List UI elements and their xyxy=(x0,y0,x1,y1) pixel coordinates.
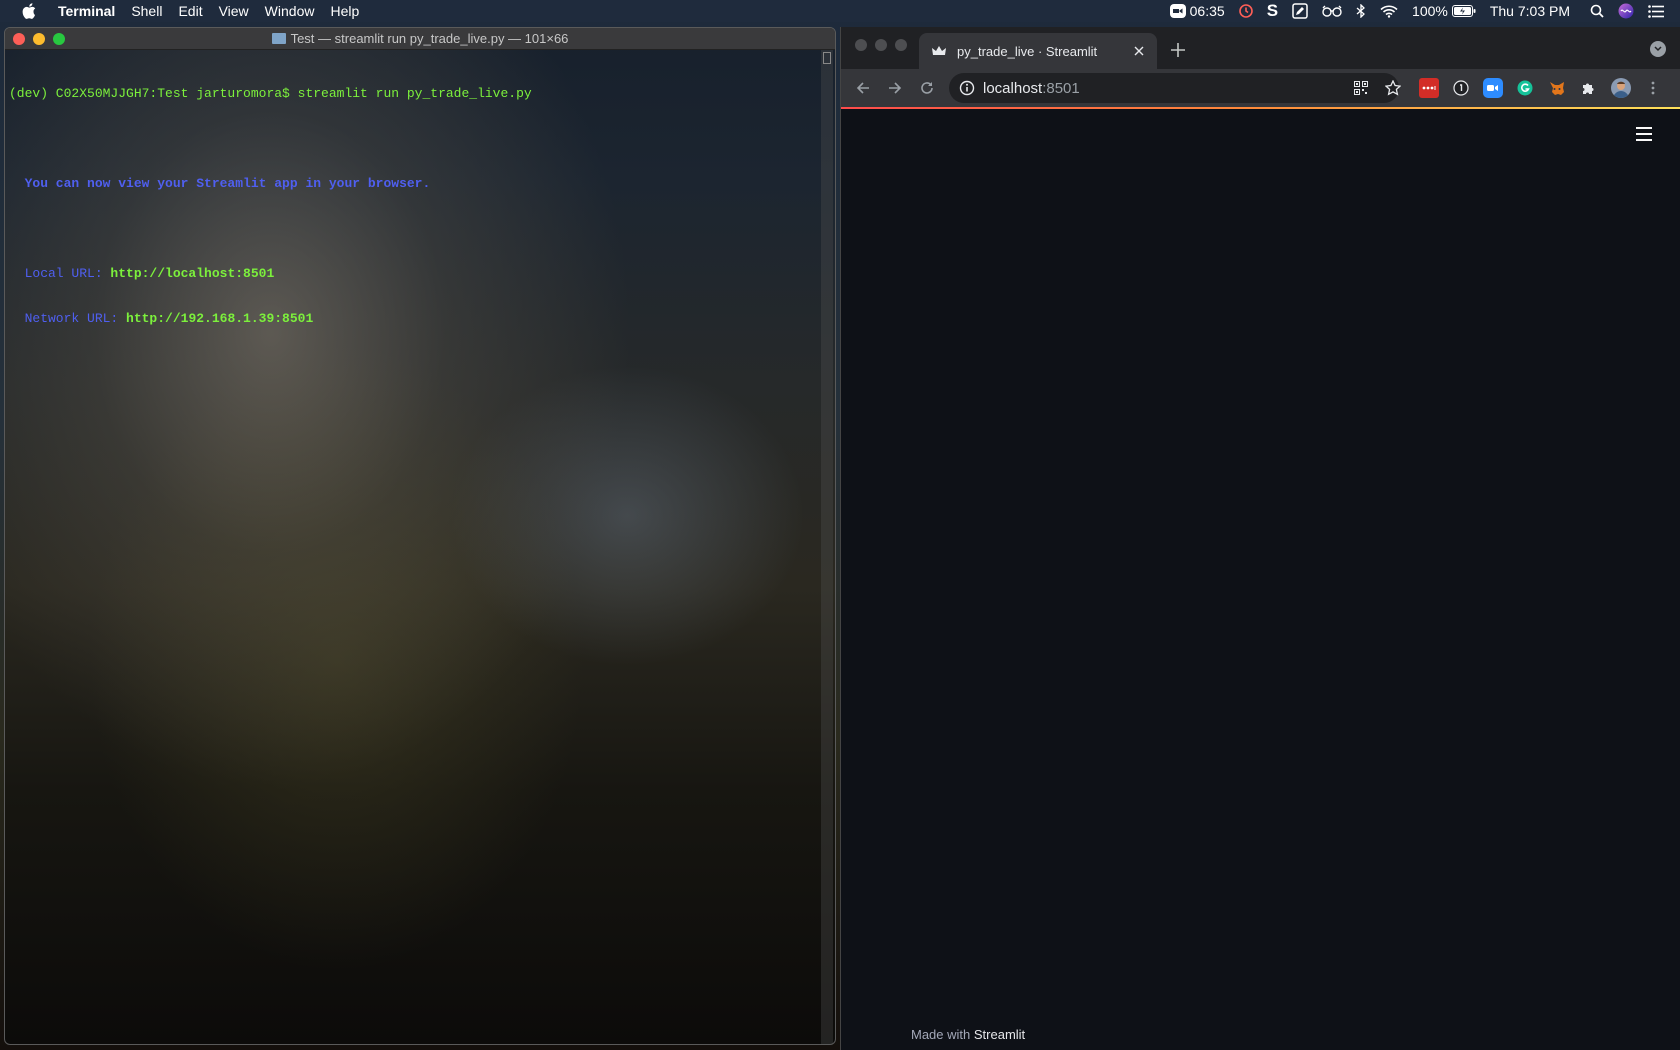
streamlit-app[interactable]: Made with Streamlit xyxy=(841,109,1680,1050)
timer-icon[interactable] xyxy=(1238,4,1253,18)
address-bar-actions xyxy=(1351,78,1415,98)
menu-shell[interactable]: Shell xyxy=(123,3,170,19)
bluetooth-icon[interactable] xyxy=(1356,4,1366,18)
menu-help[interactable]: Help xyxy=(322,3,367,19)
streamlit-crown-icon xyxy=(931,43,947,59)
close-window-button[interactable] xyxy=(13,33,25,45)
menu-edit[interactable]: Edit xyxy=(170,3,210,19)
hamburger-line xyxy=(1636,139,1652,141)
chrome-window[interactable]: py_trade_live · Streamlit localhost:8501 xyxy=(840,27,1680,1050)
terminal-scrollbar[interactable] xyxy=(821,50,833,1044)
battery-percent: 100% xyxy=(1412,3,1448,19)
spotlight-search-icon[interactable] xyxy=(1590,4,1604,18)
macos-menu-bar: Terminal Shell Edit View Window Help 06:… xyxy=(0,0,1680,22)
terminal-output[interactable]: (dev) C02X50MJJGH7:Test jarturomora$ str… xyxy=(5,50,835,356)
maximize-window-button[interactable] xyxy=(53,33,65,45)
s-icon[interactable]: S xyxy=(1267,1,1278,21)
address-bar[interactable]: localhost:8501 xyxy=(949,73,1399,103)
glasses-icon[interactable] xyxy=(1322,5,1342,17)
kebab-menu-icon[interactable] xyxy=(1643,78,1663,98)
bookmark-star-icon[interactable] xyxy=(1383,78,1403,98)
profile-avatar-icon[interactable] xyxy=(1611,78,1631,98)
siri-icon[interactable] xyxy=(1618,3,1634,19)
menu-app-terminal[interactable]: Terminal xyxy=(50,3,123,19)
onepassword-icon[interactable] xyxy=(1451,78,1471,98)
notification-center-icon[interactable] xyxy=(1648,4,1664,18)
battery-status[interactable]: 100% xyxy=(1412,3,1476,19)
footer-prefix: Made with xyxy=(911,1027,974,1042)
terminal-titlebar[interactable]: Test — streamlit run py_trade_live.py — … xyxy=(5,28,835,50)
local-url-line: Local URL: http://localhost:8501 xyxy=(9,266,835,281)
tab-py-trade-live[interactable]: py_trade_live · Streamlit xyxy=(919,33,1157,69)
tab-strip: py_trade_live · Streamlit xyxy=(841,27,1680,69)
network-url-line: Network URL: http://192.168.1.39:8501 xyxy=(9,311,835,326)
scrollbar-split-icon[interactable] xyxy=(823,52,831,64)
streamlit-link[interactable]: Streamlit xyxy=(974,1027,1025,1042)
local-url-link[interactable]: http://localhost:8501 xyxy=(110,266,274,281)
zoom-timer-text: 06:35 xyxy=(1189,3,1225,19)
folder-icon xyxy=(271,33,286,44)
terminal-window[interactable]: Test — streamlit run py_trade_live.py — … xyxy=(4,27,836,1045)
qr-code-icon[interactable] xyxy=(1351,78,1371,98)
address-host: localhost xyxy=(983,79,1043,97)
network-url-link[interactable]: http://192.168.1.39:8501 xyxy=(126,311,313,326)
close-window-button[interactable] xyxy=(855,39,867,51)
zoom-extension-icon[interactable] xyxy=(1483,78,1503,98)
apple-icon[interactable] xyxy=(18,0,40,22)
wifi-icon[interactable] xyxy=(1380,5,1398,18)
network-url-label: Network URL: xyxy=(9,311,127,326)
window-controls xyxy=(13,33,73,45)
reload-icon[interactable] xyxy=(913,74,941,102)
extensions-area xyxy=(1419,78,1663,98)
battery-icon xyxy=(1451,5,1476,17)
hamburger-line xyxy=(1636,127,1652,129)
tab-search-icon[interactable] xyxy=(1650,41,1666,57)
clock[interactable]: Thu 7:03 PM xyxy=(1490,3,1570,19)
hamburger-menu-icon[interactable] xyxy=(1636,127,1652,141)
prompt-line: (dev) C02X50MJJGH7:Test jarturomora$ str… xyxy=(9,86,532,101)
metamask-icon[interactable] xyxy=(1547,78,1567,98)
tab-title: py_trade_live · Streamlit xyxy=(957,43,1098,59)
maximize-window-button[interactable] xyxy=(895,39,907,51)
edit-app-icon[interactable] xyxy=(1292,3,1308,19)
zoom-video-icon xyxy=(1169,4,1186,18)
menu-window[interactable]: Window xyxy=(257,3,323,19)
lastpass-icon[interactable] xyxy=(1419,78,1439,98)
window-controls-inactive xyxy=(855,39,915,51)
minimize-window-button[interactable] xyxy=(33,33,45,45)
minimize-window-button[interactable] xyxy=(875,39,887,51)
browser-toolbar: localhost:8501 xyxy=(841,69,1680,107)
hamburger-line xyxy=(1636,133,1652,135)
close-tab-icon[interactable] xyxy=(1129,41,1149,61)
menubar-status-area: 06:35 S 100% Thu 7:03 PM xyxy=(1169,0,1680,22)
info-icon[interactable] xyxy=(959,80,975,96)
view-app-message: You can now view your Streamlit app in y… xyxy=(9,176,431,191)
new-tab-button[interactable] xyxy=(1167,39,1189,61)
puzzle-extensions-icon[interactable] xyxy=(1579,78,1599,98)
back-arrow-icon[interactable] xyxy=(849,74,877,102)
zoom-timer[interactable]: 06:35 xyxy=(1169,3,1225,19)
local-url-label: Local URL: xyxy=(9,266,111,281)
address-port: :8501 xyxy=(1042,79,1080,97)
grammarly-icon[interactable] xyxy=(1515,78,1535,98)
forward-arrow-icon[interactable] xyxy=(881,74,909,102)
terminal-title: Test — streamlit run py_trade_live.py — … xyxy=(290,31,569,46)
menu-view[interactable]: View xyxy=(211,3,257,19)
streamlit-footer: Made with Streamlit xyxy=(911,1027,1025,1042)
